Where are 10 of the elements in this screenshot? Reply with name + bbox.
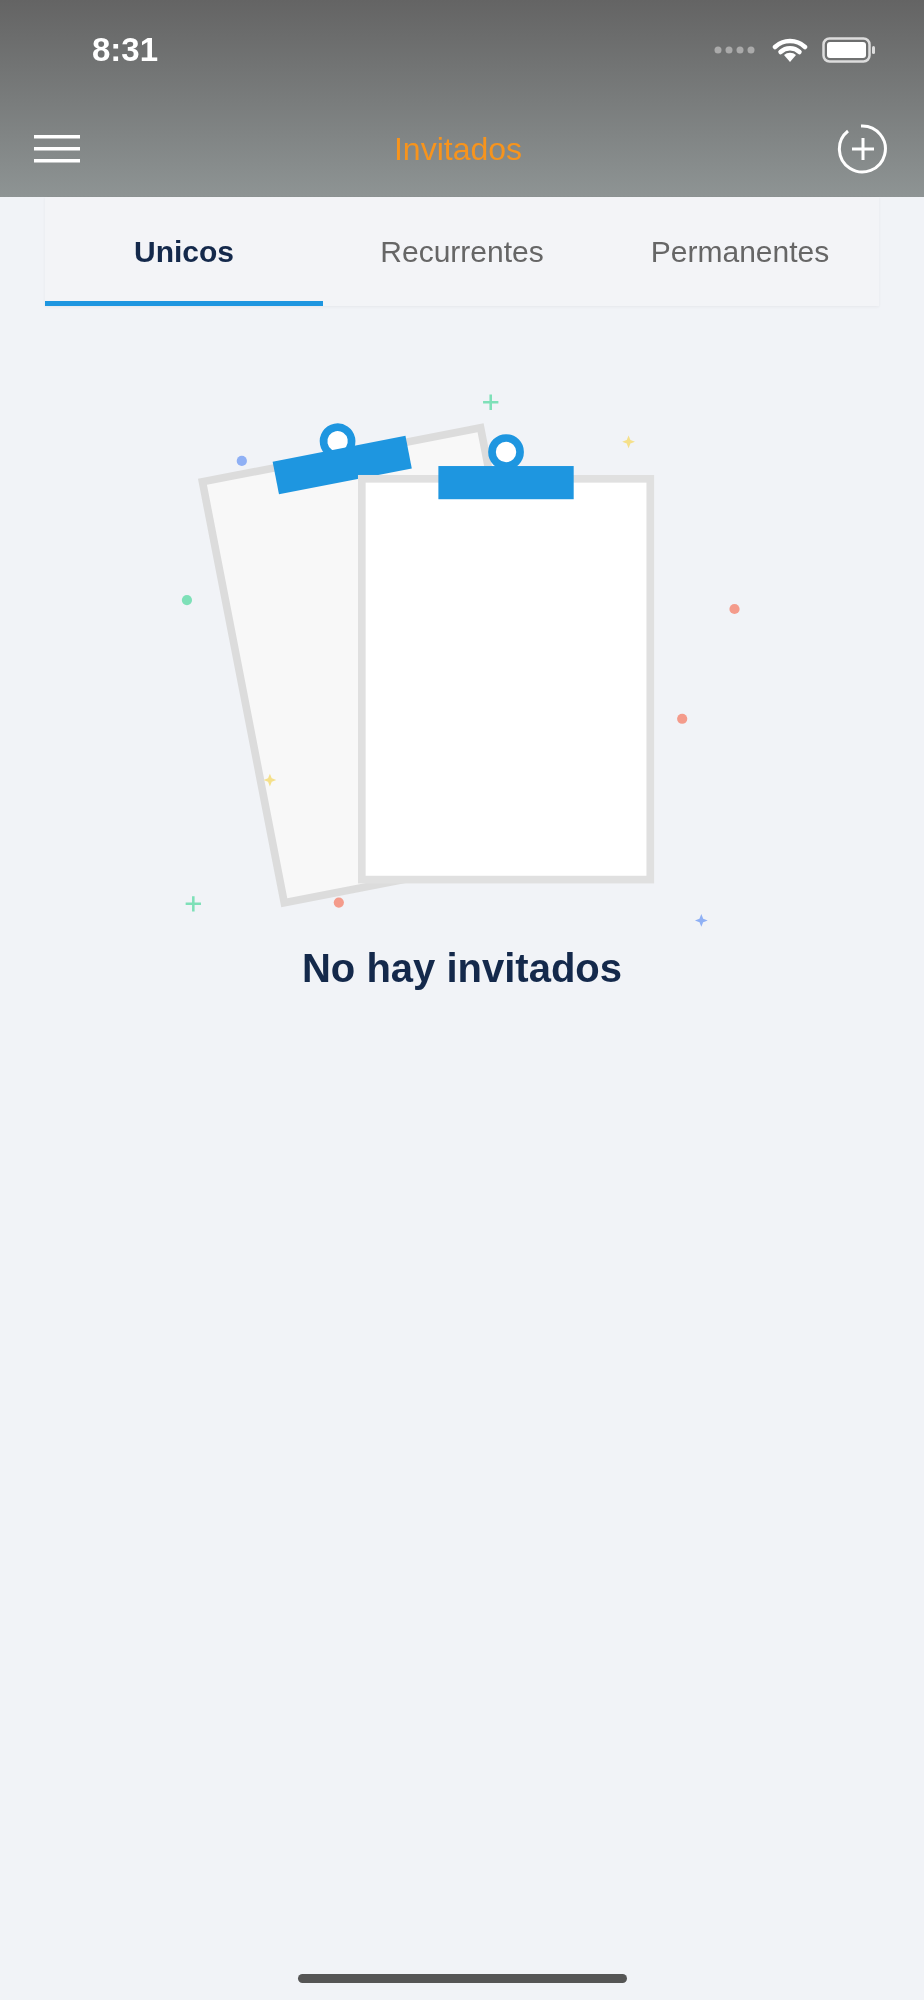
menu-icon [34,134,80,163]
tab[interactable]: Unicos [45,197,323,306]
battery-icon [822,37,876,63]
tab[interactable]: Recurrentes [323,197,601,306]
empty-message: No hay invitados [301,945,623,992]
plus-circle-icon [836,121,890,176]
tab[interactable]: Permanentes [601,197,879,306]
screen-title: Invitados [393,129,523,169]
wifi-icon [772,36,808,64]
status-time: 8:31 [92,30,159,71]
